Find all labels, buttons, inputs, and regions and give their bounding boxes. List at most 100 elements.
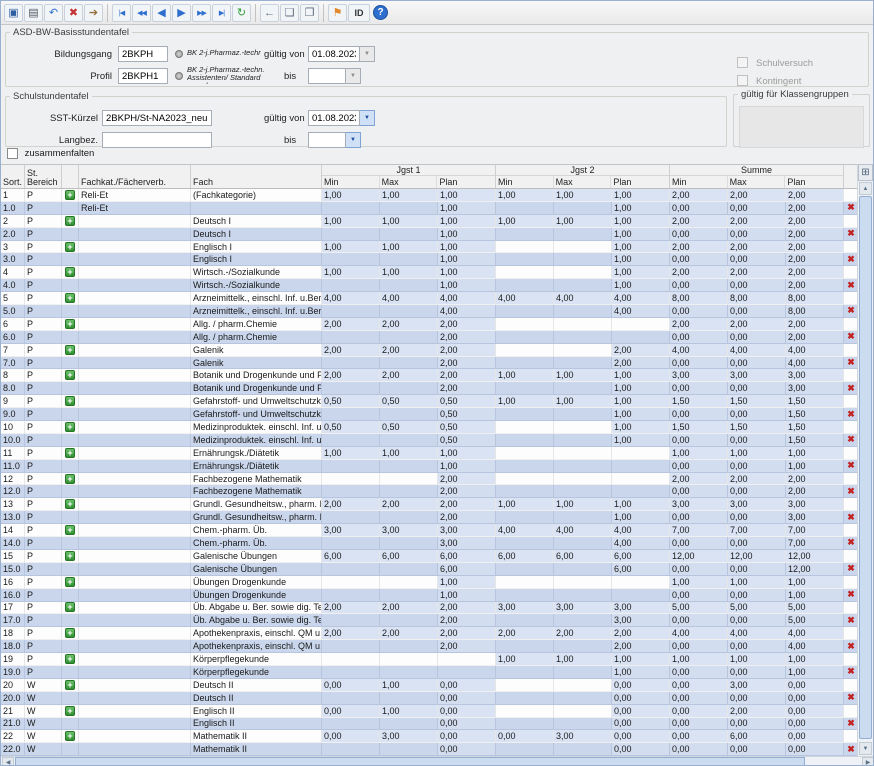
cell-value[interactable]: 1,50 — [670, 395, 728, 408]
cell-value[interactable]: 4,00 — [786, 357, 844, 370]
delete-row-icon[interactable]: ✖ — [847, 693, 855, 702]
delete-row-icon[interactable]: ✖ — [847, 513, 855, 522]
cell-value[interactable]: 4,00 — [496, 292, 554, 305]
cell-value[interactable]: 1,00 — [612, 653, 670, 666]
horizontal-scroll-thumb[interactable] — [15, 757, 805, 766]
cell-value[interactable]: 1,00 — [380, 241, 438, 254]
bis-input-asd[interactable] — [308, 68, 346, 84]
cell-value[interactable] — [380, 589, 438, 602]
cell-value[interactable]: 0,00 — [612, 705, 670, 718]
cell-value[interactable]: 1,00 — [380, 679, 438, 692]
cell-value[interactable]: 0,00 — [728, 640, 786, 653]
cell-value[interactable]: 1,50 — [786, 421, 844, 434]
cell-value[interactable]: 0,00 — [728, 485, 786, 498]
cell-value[interactable]: 5,00 — [786, 614, 844, 627]
cell-value[interactable]: 1,00 — [612, 279, 670, 292]
header-jgst1-plan[interactable]: Plan — [437, 176, 495, 188]
cell-fachkat[interactable]: Reli-Et — [79, 189, 191, 202]
cell-value[interactable]: 0,00 — [670, 640, 728, 653]
cell-value[interactable]: 2,00 — [438, 318, 496, 331]
cell-value[interactable]: 1,00 — [554, 395, 612, 408]
cell-value[interactable]: 0,50 — [322, 395, 380, 408]
cell-value[interactable] — [554, 408, 612, 421]
table-row[interactable]: 21W+Englisch II0,001,000,000,000,002,000… — [1, 705, 859, 718]
cell-fachkat[interactable] — [79, 666, 191, 679]
delete-row-icon[interactable]: ✖ — [847, 564, 855, 573]
header-summe-max[interactable]: Max — [728, 176, 786, 188]
cell-value[interactable] — [380, 511, 438, 524]
cell-value[interactable]: 0,00 — [670, 679, 728, 692]
table-row[interactable]: 2P+Deutsch I1,001,001,001,001,001,002,00… — [1, 215, 859, 228]
cell-value[interactable]: 2,00 — [380, 627, 438, 640]
cell-value[interactable]: 0,00 — [728, 511, 786, 524]
cell-fach[interactable]: Deutsch I — [191, 215, 322, 228]
cell-value[interactable] — [554, 718, 612, 731]
cell-fach[interactable]: Allg. / pharm.Chemie — [191, 318, 322, 331]
cell-value[interactable]: 1,00 — [786, 447, 844, 460]
header-fach[interactable]: Fach — [191, 165, 322, 188]
cell-value[interactable]: 0,00 — [786, 730, 844, 743]
cell-fach[interactable]: Arzneimittelk., einschl. Inf. u.Ber... — [191, 305, 322, 318]
cell-fach[interactable]: Ernährungsk./Diätetik — [191, 460, 322, 473]
cell-value[interactable]: 12,00 — [786, 563, 844, 576]
cell-value[interactable]: 2,00 — [670, 473, 728, 486]
cell-value[interactable]: 0,50 — [322, 421, 380, 434]
cell-value[interactable] — [380, 382, 438, 395]
cell-value[interactable]: 4,00 — [496, 524, 554, 537]
cell-value[interactable]: 2,00 — [438, 511, 496, 524]
cell-value[interactable]: 0,00 — [670, 718, 728, 731]
cell-value[interactable]: 12,00 — [786, 550, 844, 563]
cell-value[interactable]: 1,50 — [670, 421, 728, 434]
cell-value[interactable]: 7,00 — [728, 524, 786, 537]
table-row[interactable]: 21.0WEnglisch II0,000,000,000,000,00✖ — [1, 718, 859, 731]
cell-value[interactable] — [496, 485, 554, 498]
table-row[interactable]: 1.0PReli-Et1,001,000,000,002,00✖ — [1, 202, 859, 215]
cell-value[interactable]: 1,00 — [612, 666, 670, 679]
cell-value[interactable]: 3,00 — [438, 524, 496, 537]
vertical-scrollbar[interactable]: ⊞ ▲ ▼ — [857, 164, 873, 756]
add-row-icon[interactable]: + — [65, 499, 75, 509]
table-row[interactable]: 9P+Gefahrstoff- und Umweltschutzku...0,5… — [1, 395, 859, 408]
cell-fach[interactable]: Üb. Abgabe u. Ber. sowie dig. Tec... — [191, 614, 322, 627]
cell-value[interactable]: 0,00 — [728, 357, 786, 370]
horizontal-scrollbar[interactable]: ◀ ▶ — [1, 756, 874, 766]
cell-value[interactable] — [380, 228, 438, 241]
gueltig-von-dropdown-asd[interactable]: ▼ — [360, 46, 375, 62]
cell-value[interactable]: 1,00 — [438, 241, 496, 254]
cell-value[interactable] — [612, 318, 670, 331]
cell-value[interactable]: 0,00 — [670, 305, 728, 318]
cell-value[interactable] — [554, 318, 612, 331]
cell-value[interactable]: 3,00 — [380, 730, 438, 743]
cell-value[interactable]: 0,50 — [380, 421, 438, 434]
cell-value[interactable] — [380, 408, 438, 421]
cell-value[interactable]: 0,00 — [670, 434, 728, 447]
cell-fachkat[interactable] — [79, 640, 191, 653]
cell-fachkat[interactable] — [79, 602, 191, 615]
cell-fachkat[interactable] — [79, 550, 191, 563]
delete-row-icon[interactable]: ✖ — [847, 358, 855, 367]
table-row[interactable]: 11.0PErnährungsk./Diätetik1,000,000,001,… — [1, 460, 859, 473]
cell-value[interactable]: 0,00 — [728, 279, 786, 292]
cell-value[interactable]: 0,00 — [728, 589, 786, 602]
cell-fach[interactable]: Galenische Übungen — [191, 550, 322, 563]
cell-value[interactable]: 0,00 — [728, 614, 786, 627]
cell-fachkat[interactable] — [79, 460, 191, 473]
cell-value[interactable]: 2,00 — [728, 215, 786, 228]
cell-value[interactable] — [322, 653, 380, 666]
cell-value[interactable]: 1,00 — [612, 202, 670, 215]
delete-row-icon[interactable]: ✖ — [847, 538, 855, 547]
cell-value[interactable] — [380, 331, 438, 344]
header-fachkat[interactable]: Fachkat./Fächerverb. — [79, 165, 191, 188]
table-row[interactable]: 18.0PApothekenpraxis, einschl. QM u. ...… — [1, 640, 859, 653]
cell-fach[interactable]: Botanik und Drogenkunde und Ph... — [191, 369, 322, 382]
cell-value[interactable]: 0,50 — [438, 408, 496, 421]
cell-value[interactable]: 1,00 — [612, 241, 670, 254]
cell-fachkat[interactable] — [79, 718, 191, 731]
cell-fach[interactable]: Deutsch I — [191, 228, 322, 241]
cell-value[interactable] — [496, 266, 554, 279]
header-jgst1-min[interactable]: Min — [322, 176, 380, 188]
cell-value[interactable] — [554, 331, 612, 344]
cell-value[interactable] — [612, 576, 670, 589]
cell-value[interactable]: 6,00 — [496, 550, 554, 563]
cell-value[interactable] — [380, 305, 438, 318]
